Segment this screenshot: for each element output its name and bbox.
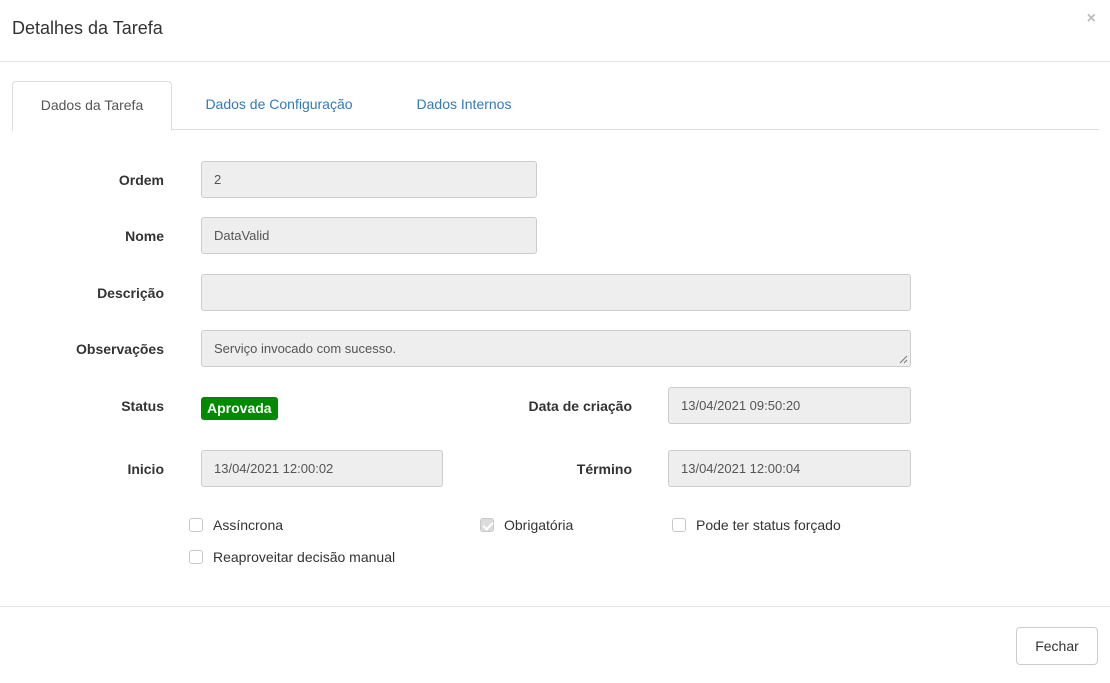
modal-footer: Fechar — [0, 606, 1110, 683]
inicio-field[interactable]: 13/04/2021 12:00:02 — [201, 450, 443, 487]
nome-label: Nome — [125, 228, 164, 244]
nome-field[interactable]: DataValid — [201, 217, 537, 254]
status-label: Status — [121, 398, 164, 414]
checkbox-reaproveitar-decisao-manual[interactable]: Reaproveitar decisão manual — [189, 549, 395, 565]
status-badge: Aprovada — [201, 397, 278, 420]
checkbox-pode-ter-status-forcado[interactable]: Pode ter status forçado — [672, 517, 841, 533]
checkbox-label: Reaproveitar decisão manual — [213, 549, 396, 565]
tab-dados-internos[interactable]: Dados Internos — [394, 81, 534, 130]
observacoes-textarea[interactable]: Serviço invocado com sucesso. — [201, 330, 911, 367]
checkbox-box-checked[interactable] — [480, 518, 494, 532]
inicio-label: Inicio — [127, 461, 164, 477]
descricao-field[interactable] — [201, 274, 911, 311]
checkbox-label: Assíncrona — [213, 517, 284, 533]
data-criacao-field[interactable]: 13/04/2021 09:50:20 — [668, 387, 911, 424]
ordem-field[interactable]: 2 — [201, 161, 537, 198]
tab-dados-de-configuracao[interactable]: Dados de Configuração — [184, 81, 374, 130]
descricao-label: Descrição — [97, 285, 164, 301]
termino-label: Término — [576, 461, 632, 477]
fechar-button[interactable]: Fechar — [1016, 627, 1098, 665]
tab-bar: Dados da Tarefa Dados de Configuração Da… — [12, 81, 1099, 131]
tab-dados-da-tarefa[interactable]: Dados da Tarefa — [12, 81, 172, 131]
observacoes-text: Serviço invocado com sucesso. — [214, 341, 397, 356]
resize-handle-icon[interactable] — [898, 354, 908, 364]
checkbox-label: Pode ter status forçado — [696, 517, 841, 533]
checkbox-box[interactable] — [672, 518, 686, 532]
modal-title: Detalhes da Tarefa — [12, 18, 163, 38]
observacoes-label: Observações — [76, 341, 164, 357]
modal-header: Detalhes da Tarefa × — [0, 0, 1110, 62]
data-criacao-label: Data de criação — [528, 398, 633, 414]
checkbox-box[interactable] — [189, 550, 203, 564]
ordem-label: Ordem — [118, 172, 164, 188]
termino-field[interactable]: 13/04/2021 12:00:04 — [668, 450, 911, 487]
checkbox-label: Obrigatória — [504, 517, 574, 533]
close-icon[interactable]: × — [1087, 10, 1096, 28]
checkbox-box[interactable] — [189, 518, 203, 532]
checkbox-obrigatoria[interactable]: Obrigatória — [480, 517, 573, 533]
checkbox-assincrona[interactable]: Assíncrona — [189, 517, 283, 533]
